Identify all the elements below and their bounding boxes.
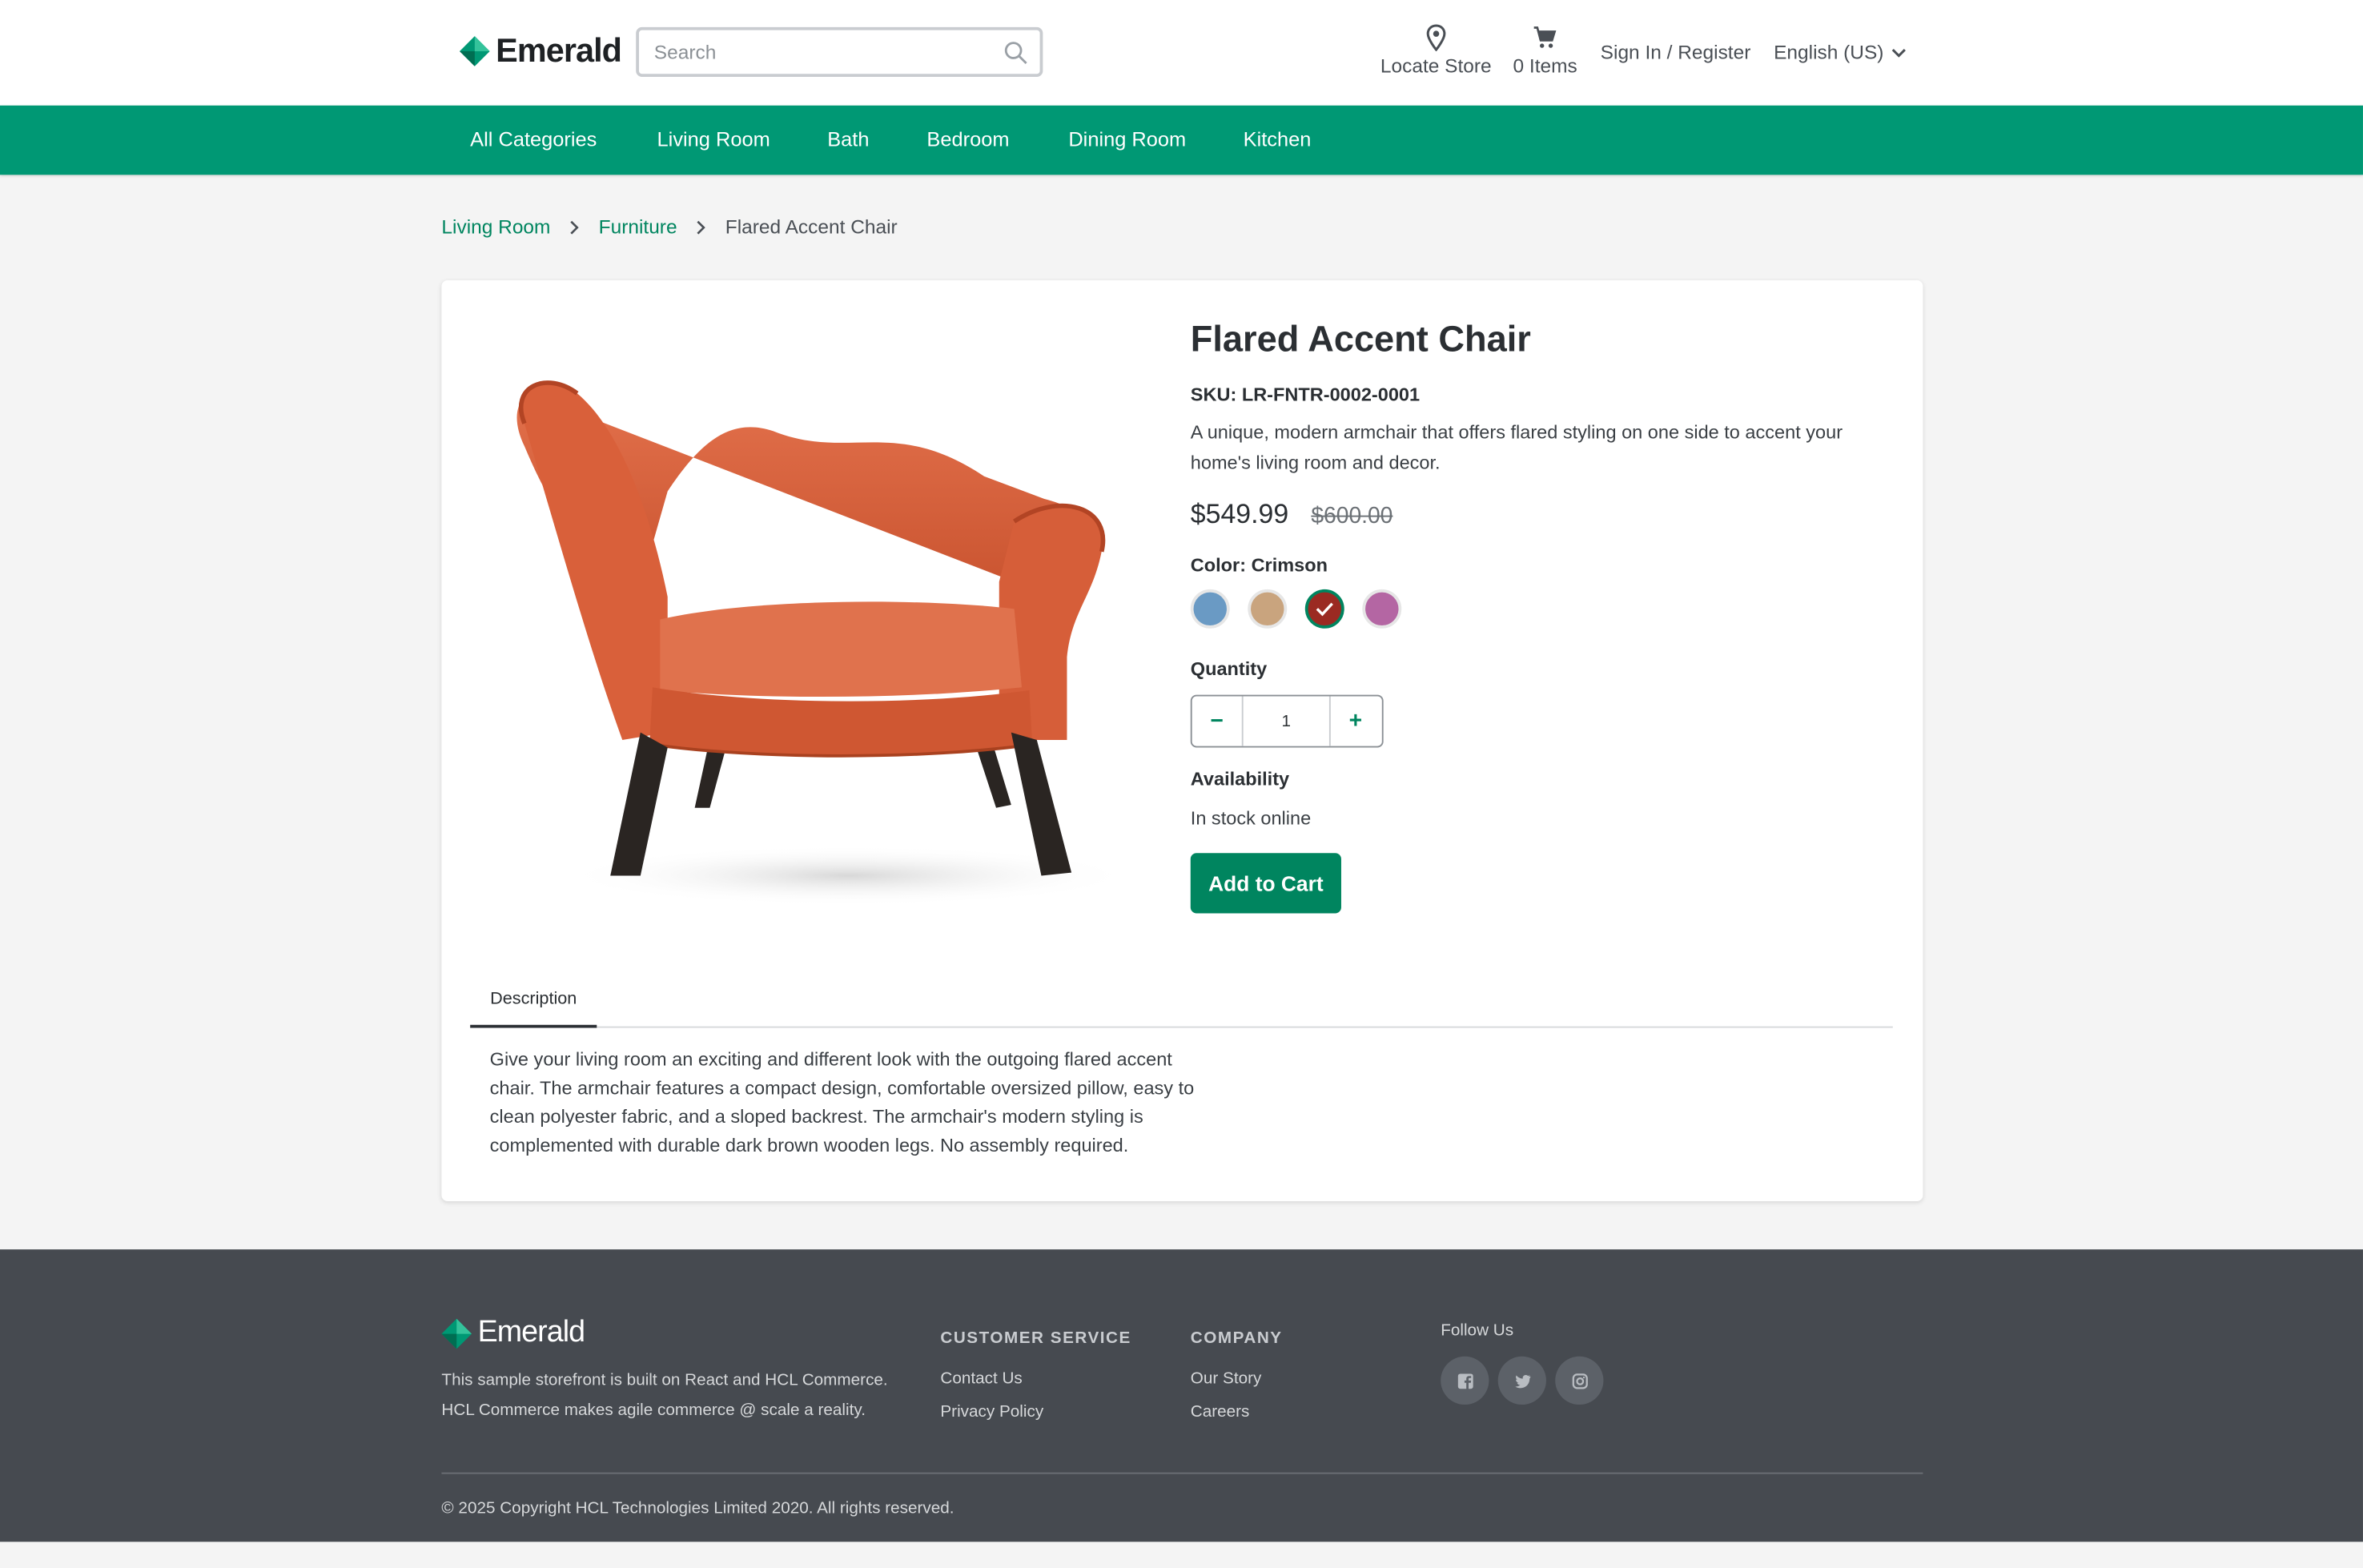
quantity-input[interactable] (1241, 696, 1331, 746)
product-image (516, 380, 1135, 907)
customer-service-heading: CUSTOMER SERVICE (940, 1329, 1131, 1348)
cart-count-label: 0 Items (1513, 54, 1577, 77)
emerald-gem-icon (441, 1317, 472, 1349)
product-price: $549.99 (1190, 498, 1289, 529)
facebook-button[interactable] (1441, 1356, 1489, 1405)
product-tabs: Description (470, 974, 1893, 1028)
product-title: Flared Accent Chair (1190, 319, 1531, 360)
cart-button[interactable]: 0 Items (1513, 24, 1577, 77)
twitter-icon (1514, 1374, 1530, 1388)
product-sku: SKU: LR-FNTR-0002-0001 (1190, 384, 1421, 406)
follow-us-label: Follow Us (1441, 1321, 1514, 1341)
increment-button[interactable]: + (1331, 696, 1380, 746)
product-short-description: A unique, modern armchair that offers fl… (1190, 421, 1843, 473)
quantity-stepper: − + (1190, 694, 1384, 748)
color-swatch-purple[interactable] (1362, 589, 1402, 629)
breadcrumb-furniture[interactable]: Furniture (599, 215, 677, 238)
nav-item-bath[interactable]: Bath (827, 128, 869, 151)
availability-value: In stock online (1190, 807, 1312, 830)
chevron-right-icon (697, 219, 706, 234)
brand-logo[interactable]: Emerald (460, 31, 622, 71)
locate-store-button[interactable]: Locate Store (1380, 24, 1492, 77)
breadcrumb-living-room[interactable]: Living Room (441, 215, 550, 238)
copyright-text: © 2025 Copyright HCL Technologies Limite… (441, 1499, 954, 1518)
color-label: Color: Crimson (1190, 554, 1328, 576)
privacy-policy-link[interactable]: Privacy Policy (940, 1403, 1043, 1421)
sign-in-register-link[interactable]: Sign In / Register (1601, 41, 1751, 63)
availability-label: Availability (1190, 768, 1290, 790)
color-swatch-crimson[interactable] (1304, 589, 1344, 629)
careers-link[interactable]: Careers (1191, 1403, 1250, 1421)
footer-divider (441, 1472, 1923, 1474)
language-selector[interactable]: English (US) (1774, 41, 1907, 63)
product-card: Flared Accent Chair SKU: LR-FNTR-0002-00… (441, 280, 1923, 1201)
product-long-description: Give your living room an exciting and di… (489, 1048, 1195, 1156)
facebook-icon (1457, 1373, 1473, 1389)
cart-icon (1534, 26, 1557, 48)
brand-name: Emerald (496, 31, 622, 70)
footer-brand-name: Emerald (477, 1315, 586, 1349)
search-icon[interactable] (1003, 41, 1027, 65)
checkmark-icon (1316, 602, 1333, 617)
footer-about-text: This sample storefront is built on React… (441, 1371, 888, 1419)
location-pin-icon (1426, 24, 1446, 51)
our-story-link[interactable]: Our Story (1191, 1370, 1262, 1389)
company-heading: COMPANY (1190, 1329, 1283, 1348)
search-box[interactable] (636, 26, 1043, 77)
chevron-down-icon (1891, 48, 1906, 57)
breadcrumb-current: Flared Accent Chair (725, 215, 898, 239)
category-nav: All Categories Living Room Bath Bedroom … (0, 105, 2363, 175)
decrement-button[interactable]: − (1192, 696, 1242, 746)
product-original-price: $600.00 (1311, 503, 1393, 529)
tab-description[interactable]: Description (470, 974, 597, 1028)
footer-brand-logo[interactable]: Emerald (441, 1316, 585, 1350)
header: Emerald Locate Store 0 Items (0, 0, 2363, 106)
locate-store-label: Locate Store (1380, 54, 1492, 77)
nav-item-dining-room[interactable]: Dining Room (1068, 128, 1186, 151)
twitter-button[interactable] (1497, 1356, 1546, 1405)
quantity-label: Quantity (1190, 658, 1268, 680)
add-to-cart-button[interactable]: Add to Cart (1190, 853, 1341, 914)
instagram-icon (1571, 1373, 1587, 1389)
nav-item-kitchen[interactable]: Kitchen (1244, 128, 1312, 151)
chevron-right-icon (570, 219, 580, 234)
language-label: English (US) (1774, 40, 1884, 64)
instagram-button[interactable] (1555, 1356, 1604, 1405)
contact-us-link[interactable]: Contact Us (940, 1370, 1022, 1389)
search-input[interactable] (653, 40, 986, 64)
breadcrumb: Living Room Furniture Flared Accent Chai… (441, 215, 897, 238)
color-swatch-tan[interactable] (1248, 589, 1288, 629)
page: Emerald Locate Store 0 Items (0, 0, 2363, 1567)
color-swatch-blue[interactable] (1190, 589, 1230, 629)
nav-item-all-categories[interactable]: All Categories (470, 128, 597, 151)
footer: Emerald This sample storefront is built … (0, 1249, 2363, 1542)
nav-item-living-room[interactable]: Living Room (657, 128, 770, 151)
nav-item-bedroom[interactable]: Bedroom (926, 128, 1009, 151)
emerald-gem-icon (460, 36, 490, 66)
